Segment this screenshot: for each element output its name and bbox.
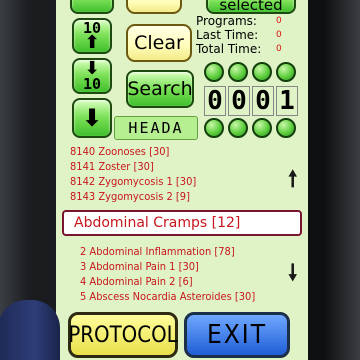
- search-button-label: Search: [127, 78, 193, 100]
- info-panel: Programs: 0 Last Time: 0 Total Time: 0: [196, 14, 306, 56]
- list-item[interactable]: 8142 Zygomycosis 1 [30]: [70, 174, 196, 189]
- digit-4: 1: [276, 86, 298, 116]
- protocol-button-label: PROTOCOL: [68, 322, 178, 348]
- digit-up-button-4[interactable]: [276, 62, 296, 82]
- exit-button[interactable]: EXIT: [184, 312, 290, 358]
- list-item[interactable]: 3 Abdominal Pain 1 [30]: [80, 259, 255, 274]
- digit-down-button-1[interactable]: [204, 118, 224, 138]
- selected-item-bar[interactable]: Abdominal Cramps [12]: [62, 210, 302, 236]
- digit-up-button-1[interactable]: [204, 62, 224, 82]
- step-10-down-button[interactable]: ⬇ 10: [72, 58, 112, 94]
- clear-button[interactable]: Clear: [126, 24, 192, 62]
- total-time-value: 0: [276, 44, 282, 54]
- clear-button-label: Clear: [134, 32, 184, 54]
- device-bezel: selected 10 ⬆ ⬇ 10 ⬇ Clear Search HEADA …: [0, 0, 360, 360]
- selected-button-label: selected: [219, 0, 283, 14]
- header-label: HEADA: [114, 116, 198, 140]
- top-middle-button[interactable]: [126, 0, 182, 14]
- last-time-label: Last Time:: [196, 28, 259, 42]
- last-time-value: 0: [276, 30, 282, 40]
- digit-down-button-4[interactable]: [276, 118, 296, 138]
- list-item[interactable]: 8143 Zygomycosis 2 [9]: [70, 189, 196, 204]
- selected-button[interactable]: selected: [206, 0, 296, 14]
- list-item[interactable]: 8141 Zoster [30]: [70, 159, 196, 174]
- total-time-label: Total Time:: [196, 42, 262, 56]
- step-10-down-label: 10: [82, 75, 102, 93]
- digit-1: 0: [204, 86, 226, 116]
- search-results-list: 8140 Zoonoses [30] 8141 Zoster [30] 8142…: [70, 144, 196, 204]
- device-screen: selected 10 ⬆ ⬇ 10 ⬇ Clear Search HEADA …: [56, 0, 308, 360]
- digit-2: 0: [228, 86, 250, 116]
- related-items-list: 2 Abdominal Inflammation [78] 3 Abdomina…: [80, 244, 255, 304]
- step-10-up-button[interactable]: 10 ⬆: [72, 18, 112, 54]
- list-item[interactable]: 2 Abdominal Inflammation [78]: [80, 244, 255, 259]
- search-button[interactable]: Search: [126, 70, 194, 108]
- protocol-button[interactable]: PROTOCOL: [68, 312, 178, 358]
- list-item[interactable]: 4 Abdominal Pain 2 [6]: [80, 274, 255, 289]
- list-item[interactable]: 5 Abscess Nocardia Asteroides [30]: [80, 289, 255, 304]
- digit-3: 0: [252, 86, 274, 116]
- list-item[interactable]: 8140 Zoonoses [30]: [70, 144, 196, 159]
- top-left-button[interactable]: [70, 0, 114, 14]
- scroll-down-arrow-icon[interactable]: 🠗: [288, 256, 297, 294]
- digit-up-button-2[interactable]: [228, 62, 248, 82]
- down-arrow-icon: ⬇: [81, 104, 103, 132]
- programs-label: Programs:: [196, 14, 257, 28]
- exit-button-label: EXIT: [207, 320, 267, 350]
- scroll-up-arrow-icon[interactable]: 🠕: [288, 162, 297, 200]
- digit-down-button-2[interactable]: [228, 118, 248, 138]
- finger-overlay: [0, 300, 60, 360]
- step-1-down-button[interactable]: ⬇: [72, 98, 112, 138]
- up-arrow-icon: ⬆: [84, 32, 100, 53]
- digit-up-button-3[interactable]: [252, 62, 272, 82]
- digit-down-button-3[interactable]: [252, 118, 272, 138]
- programs-value: 0: [276, 16, 282, 26]
